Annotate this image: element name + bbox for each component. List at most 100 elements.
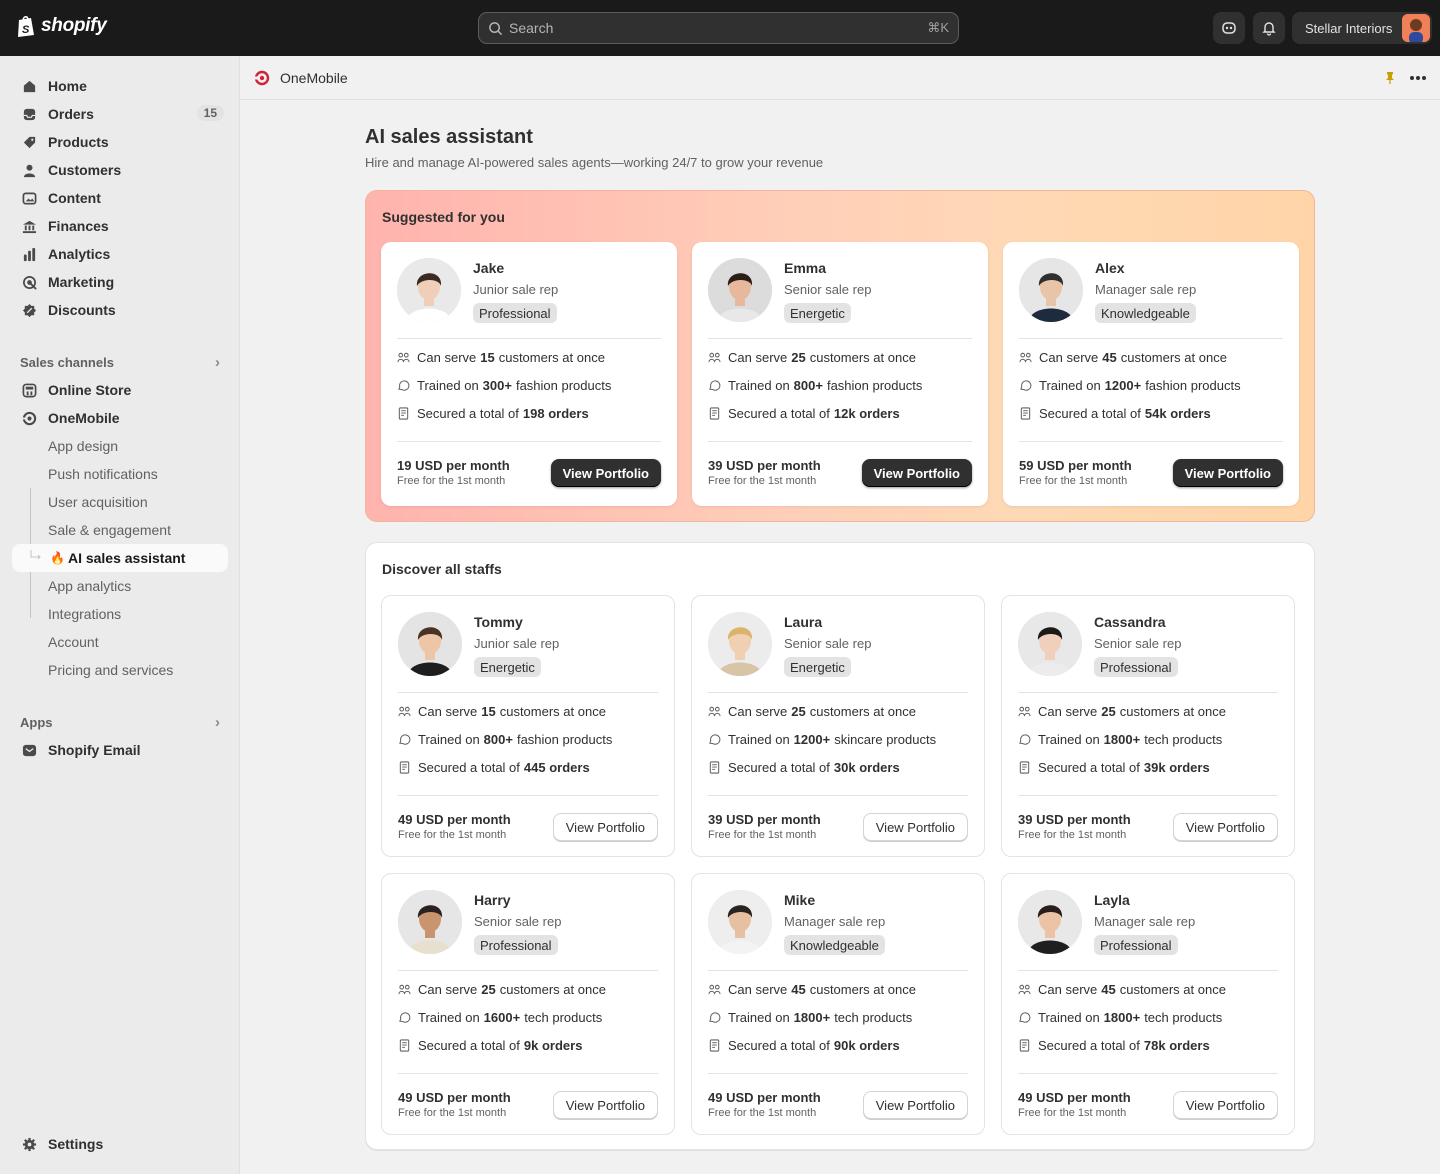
discount-icon — [22, 303, 37, 318]
view-portfolio-button[interactable]: View Portfolio — [862, 1091, 968, 1119]
chat-icon — [399, 1011, 411, 1023]
orders-stat: Secured a total of 12k orders — [708, 404, 904, 422]
view-portfolio-button[interactable]: View Portfolio — [1172, 459, 1283, 487]
sidebar-item-analytics[interactable]: Analytics — [12, 240, 228, 268]
serve-capacity-stat: Can serve 25 customers at once — [708, 702, 916, 720]
sidebar-subitem-ai-sales-assistant[interactable]: 🔥 AI sales assistant — [12, 544, 228, 572]
sidebar-subitem-pricing[interactable]: Pricing and services — [12, 656, 228, 684]
stat-text: Secured a total of — [417, 405, 519, 421]
sales-channels-header[interactable]: Sales channels › — [20, 354, 220, 371]
staff-name: Laura — [784, 614, 823, 630]
sidebar-item-content[interactable]: Content — [12, 184, 228, 212]
chat-icon — [709, 1011, 721, 1023]
training-stat: Trained on 1800+ tech products — [1018, 1008, 1222, 1026]
sidebar-item-customers[interactable]: Customers — [12, 156, 228, 184]
sidebar-item-online-store[interactable]: Online Store — [12, 376, 228, 404]
assistant-button[interactable] — [1213, 12, 1245, 44]
sidebar-item-label: Settings — [48, 1136, 104, 1152]
staff-card: Jake Junior sale rep Professional Can se… — [381, 242, 677, 506]
sidebar-item-settings[interactable]: Settings — [12, 1130, 228, 1158]
divider — [1018, 795, 1278, 796]
sidebar-item-onemobile[interactable]: OneMobile — [12, 404, 228, 432]
tree-branch-icon — [30, 550, 41, 560]
divider — [1018, 970, 1278, 971]
sidebar-subitem-user-acquisition[interactable]: User acquisition — [12, 488, 228, 516]
serve-capacity-stat: Can serve 15 customers at once — [397, 348, 605, 366]
assistant-icon — [1222, 22, 1236, 34]
staff-role: Junior sale rep — [473, 282, 559, 297]
view-portfolio-button[interactable]: View Portfolio — [1172, 813, 1278, 841]
sidebar-item-home[interactable]: Home — [12, 72, 228, 100]
stat-text: customers at once — [809, 349, 916, 365]
shopify-logo[interactable]: S shopify — [16, 14, 107, 38]
apps-header[interactable]: Apps › — [20, 714, 220, 731]
chevron-right-icon: › — [215, 354, 220, 371]
sidebar-item-label: Online Store — [48, 382, 132, 398]
image-icon — [22, 192, 37, 205]
orders-stat: Secured a total of 39k orders — [1018, 758, 1214, 776]
onemobile-icon — [22, 411, 37, 426]
view-portfolio-button[interactable]: View Portfolio — [550, 459, 661, 487]
store-menu-button[interactable]: Stellar Interiors — [1292, 12, 1432, 44]
serve-capacity-stat: Can serve 45 customers at once — [708, 980, 916, 998]
staff-card: Alex Manager sale rep Knowledgeable Can … — [1003, 242, 1299, 506]
chat-icon — [399, 733, 411, 745]
divider — [708, 795, 968, 796]
divider — [398, 692, 658, 693]
people-icon — [397, 352, 410, 362]
free-trial-note: Free for the 1st month — [397, 475, 506, 487]
search-input[interactable]: Search ⌘K — [478, 12, 959, 44]
view-portfolio-button[interactable]: View Portfolio — [1172, 1091, 1278, 1119]
sidebar-item-discounts[interactable]: Discounts — [12, 296, 228, 324]
stat-text: Can serve — [418, 981, 478, 997]
stat-value: 1600+ — [483, 1009, 521, 1025]
stat-text: Can serve — [417, 349, 477, 365]
notifications-button[interactable] — [1253, 12, 1285, 44]
training-stat: Trained on 300+ fashion products — [397, 376, 611, 394]
stat-text: Trained on — [728, 1009, 790, 1025]
search-shortcut: ⌘K — [927, 20, 949, 35]
chevron-right-icon: › — [215, 714, 220, 731]
sidebar-item-shopify-email[interactable]: Shopify Email — [12, 736, 228, 764]
sidebar-item-label: Home — [48, 78, 87, 94]
more-options-icon[interactable] — [1409, 75, 1427, 81]
divider — [708, 970, 968, 971]
sidebar-item-orders[interactable]: Orders 15 — [12, 100, 228, 128]
sidebar-subitem-push-notifications[interactable]: Push notifications — [12, 460, 228, 488]
fire-icon: 🔥 — [50, 551, 65, 565]
sidebar-subitem-account[interactable]: Account — [12, 628, 228, 656]
staff-avatar — [708, 612, 772, 676]
stat-text: Trained on — [418, 1009, 480, 1025]
divider — [397, 338, 661, 339]
stat-text: Trained on — [728, 377, 790, 393]
price-label: 59 USD per month — [1019, 458, 1132, 473]
staff-role: Senior sale rep — [784, 282, 872, 297]
view-portfolio-button[interactable]: View Portfolio — [861, 459, 972, 487]
staff-trait-tag: Professional — [1094, 657, 1178, 677]
staff-trait-tag: Professional — [473, 303, 557, 323]
sidebar-item-marketing[interactable]: Marketing — [12, 268, 228, 296]
serve-capacity-stat: Can serve 25 customers at once — [708, 348, 916, 366]
view-portfolio-button[interactable]: View Portfolio — [552, 1091, 658, 1119]
sidebar-item-label: Customers — [48, 162, 122, 178]
pin-icon[interactable] — [1385, 72, 1395, 84]
sidebar-subitem-app-design[interactable]: App design — [12, 432, 228, 460]
divider — [1018, 692, 1278, 693]
sidebar-subitem-app-analytics[interactable]: App analytics — [12, 572, 228, 600]
sidebar-subitem-integrations[interactable]: Integrations — [12, 600, 228, 628]
sidebar: Home Orders 15 Products Customers Conten… — [0, 56, 240, 1174]
view-portfolio-button[interactable]: View Portfolio — [552, 813, 658, 841]
sidebar-item-finances[interactable]: Finances — [12, 212, 228, 240]
staff-avatar — [1019, 258, 1083, 322]
sidebar-item-products[interactable]: Products — [12, 128, 228, 156]
sidebar-subitem-sale-engagement[interactable]: Sale & engagement — [12, 516, 228, 544]
stat-value: 1800+ — [1103, 1009, 1141, 1025]
stat-value: 1200+ — [1104, 377, 1142, 393]
sidebar-item-label: Finances — [48, 218, 109, 234]
orders-stat: Secured a total of 30k orders — [708, 758, 904, 776]
inbox-icon — [23, 108, 36, 121]
stat-value: 800+ — [483, 731, 513, 747]
stat-text: fashion products — [515, 377, 612, 393]
bar-chart-icon — [23, 247, 36, 262]
view-portfolio-button[interactable]: View Portfolio — [862, 813, 968, 841]
